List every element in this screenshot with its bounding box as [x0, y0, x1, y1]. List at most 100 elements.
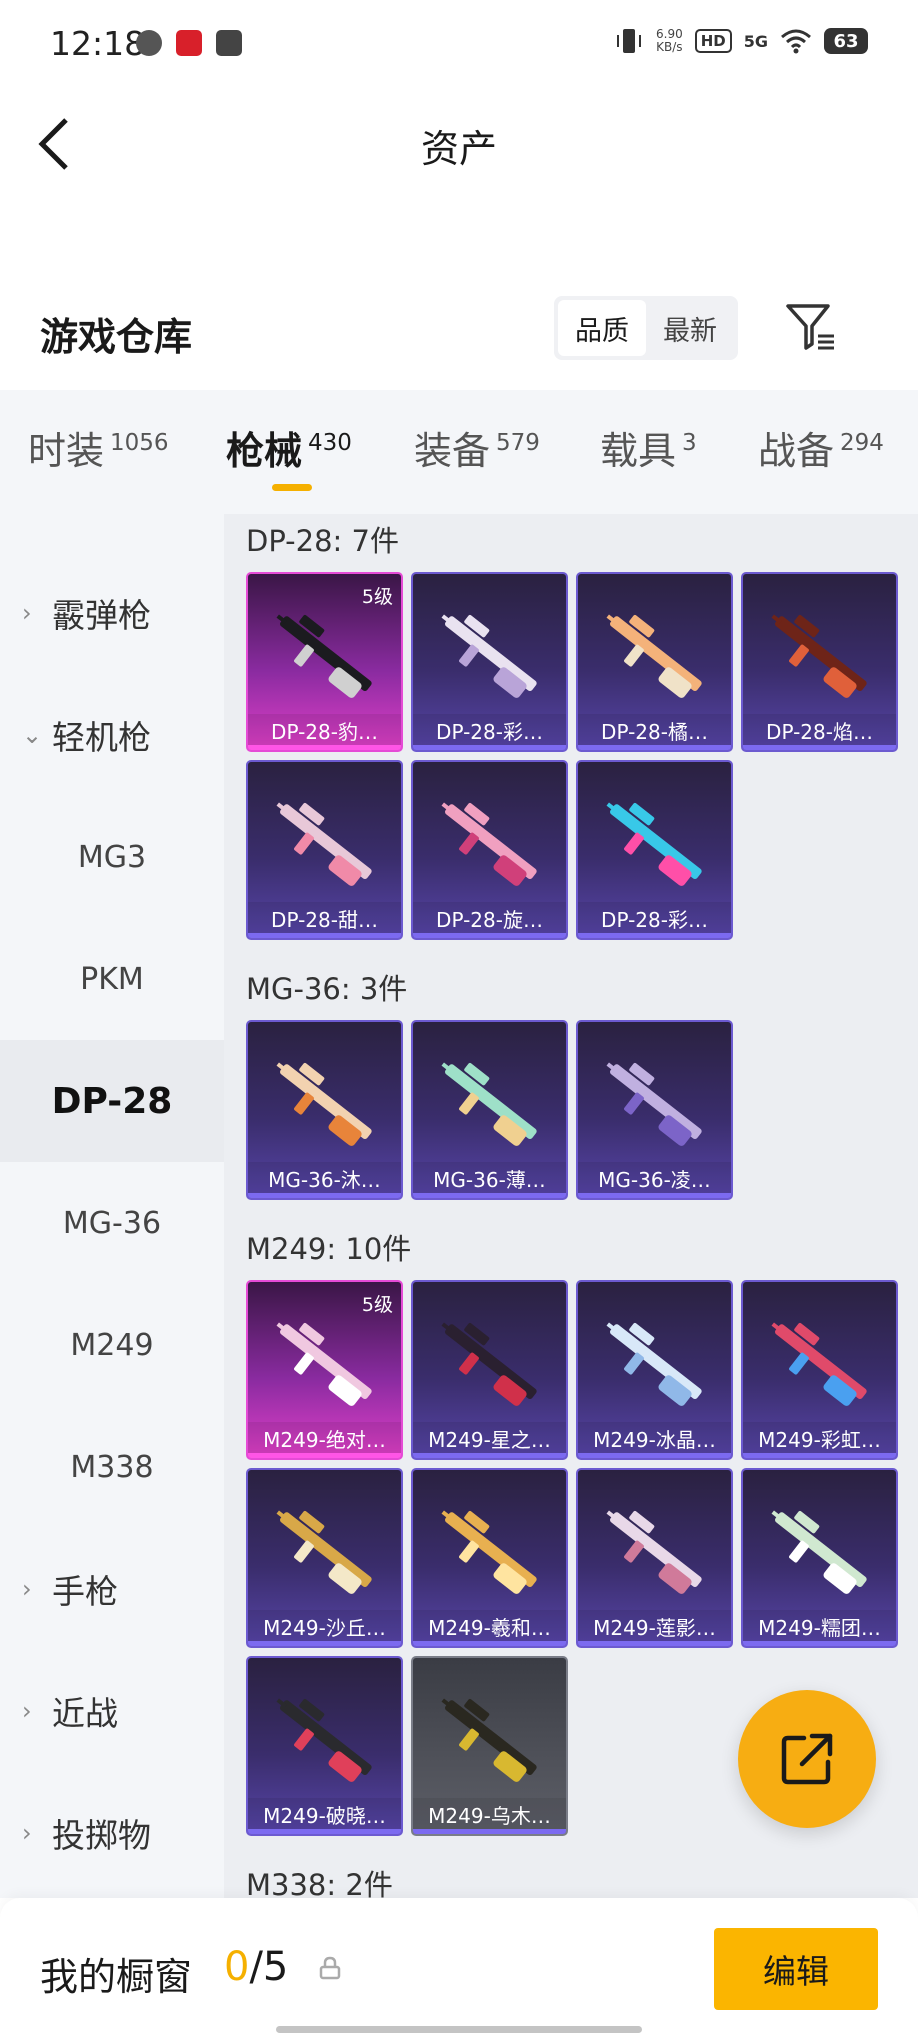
weapon-card[interactable]: M249-破晓…	[246, 1656, 403, 1836]
home-indicator	[276, 2026, 642, 2033]
sort-toggle: 品质 最新	[554, 296, 738, 360]
vibrate-icon	[617, 29, 641, 53]
weapon-card[interactable]: 5级 M249-绝对…	[246, 1280, 403, 1460]
edit-button[interactable]: 编辑	[714, 1928, 878, 2010]
red-app-icon	[176, 30, 202, 56]
rarity-bar	[578, 1193, 731, 1198]
sidebar-item-lmg[interactable]: ⌄ 轻机枪	[0, 674, 224, 796]
rifle-icon	[441, 802, 537, 886]
hd-icon: HD	[694, 29, 732, 53]
notification-icons	[136, 30, 242, 56]
level-badge: 5级	[361, 1294, 393, 1316]
weapon-card[interactable]: DP-28-彩…	[576, 760, 733, 940]
sidebar-item-pistol[interactable]: › 手枪	[0, 1528, 224, 1650]
weapon-card[interactable]: DP-28-甜…	[246, 760, 403, 940]
sidebar-item-dp28[interactable]: DP-28	[0, 1040, 224, 1162]
app-notification-icon	[136, 30, 162, 56]
weapon-card[interactable]: M249-糯团…	[741, 1468, 898, 1648]
rarity-bar	[413, 1193, 566, 1198]
weapon-card[interactable]: MG-36-凌…	[576, 1020, 733, 1200]
sidebar-item-m338[interactable]: M338	[0, 1406, 224, 1528]
rifle-icon	[606, 1510, 702, 1594]
level-badge: 5级	[361, 586, 393, 608]
tab-equipment[interactable]: 装备 579	[414, 420, 540, 475]
showcase-current: 0	[224, 1944, 250, 1990]
rifle-icon	[276, 1698, 372, 1782]
sidebar-item-shotgun[interactable]: › 霰弹枪	[0, 552, 224, 674]
rifle-icon	[606, 614, 702, 698]
tab-fashion[interactable]: 时装 1056	[28, 420, 169, 475]
rarity-bar	[413, 745, 566, 750]
sidebar-item-m249[interactable]: M249	[0, 1284, 224, 1406]
rarity-bar	[578, 1453, 731, 1458]
wifi-icon	[781, 29, 811, 54]
sidebar-item-label: M338	[70, 1449, 154, 1485]
sidebar-item-label: DP-28	[51, 1080, 173, 1122]
tab-label: 载具	[600, 429, 677, 473]
filter-button[interactable]	[784, 302, 840, 354]
sidebar-item-pkm[interactable]: PKM	[0, 918, 224, 1040]
weapon-card[interactable]: MG-36-薄…	[411, 1020, 568, 1200]
section-title: M338: 2件	[246, 1868, 393, 1898]
tab-firearms[interactable]: 枪械 430	[226, 420, 352, 475]
tab-supplies[interactable]: 战备 294	[758, 420, 884, 475]
sidebar-item-melee[interactable]: › 近战	[0, 1650, 224, 1772]
tab-label: 枪械	[226, 429, 303, 473]
tab-count: 3	[682, 430, 697, 456]
rifle-icon	[276, 614, 372, 698]
sidebar-item-label: 投掷物	[52, 1816, 151, 1855]
sidebar-item-label: PKM	[80, 961, 144, 997]
share-button[interactable]	[738, 1690, 876, 1828]
chevron-right-icon: ›	[22, 1575, 32, 1603]
weapon-card[interactable]: M249-冰晶…	[576, 1280, 733, 1460]
rarity-bar	[248, 1193, 401, 1198]
weapon-card[interactable]: DP-28-橘…	[576, 572, 733, 752]
rifle-icon	[606, 802, 702, 886]
sort-quality-option[interactable]: 品质	[558, 300, 646, 356]
sidebar-item-throwables[interactable]: › 投掷物	[0, 1772, 224, 1894]
weapon-card[interactable]: M249-莲影…	[576, 1468, 733, 1648]
rarity-bar	[248, 1829, 401, 1834]
battery-icon: 63	[824, 28, 868, 54]
section-title: M249: 10件	[246, 1232, 412, 1266]
rarity-bar	[248, 1641, 401, 1646]
rarity-bar	[413, 1641, 566, 1646]
weapon-card[interactable]: DP-28-旋…	[411, 760, 568, 940]
rifle-icon	[606, 1062, 702, 1146]
weapon-card[interactable]: M249-彩虹…	[741, 1280, 898, 1460]
weapon-card[interactable]: 5级 DP-28-豹…	[246, 572, 403, 752]
signal-5g-icon: 5G	[743, 31, 768, 51]
weapon-card[interactable]: M249-星之…	[411, 1280, 568, 1460]
sidebar-item-label: MG-36	[62, 1205, 162, 1241]
weapon-card[interactable]: M249-羲和…	[411, 1468, 568, 1648]
chevron-right-icon: ›	[22, 1819, 32, 1847]
sort-newest-option[interactable]: 最新	[646, 300, 734, 356]
weapon-card[interactable]: DP-28-焰…	[741, 572, 898, 752]
weapon-card[interactable]: MG-36-沐…	[246, 1020, 403, 1200]
showcase-count: 0/5	[224, 1944, 288, 1990]
weapon-card[interactable]: DP-28-彩…	[411, 572, 568, 752]
rarity-bar	[743, 1453, 896, 1458]
status-bar: 12:18 6.90 KB/s HD 5G 63	[0, 0, 918, 92]
weapon-card[interactable]: M249-沙丘…	[246, 1468, 403, 1648]
rarity-bar	[413, 1453, 566, 1458]
sidebar-item-mg3[interactable]: MG3	[0, 796, 224, 918]
weapon-category-sidebar: › 霰弹枪 ⌄ 轻机枪 MG3 PKM DP-28 MG-36 M249 M338 …	[0, 514, 224, 1898]
tab-count: 1056	[110, 430, 169, 456]
chevron-down-icon: ⌄	[22, 721, 43, 749]
tab-active-indicator	[272, 484, 312, 491]
rifle-icon	[441, 1322, 537, 1406]
tab-label: 装备	[414, 429, 491, 473]
tab-vehicles[interactable]: 载具 3	[600, 420, 697, 475]
tab-label: 战备	[758, 429, 835, 473]
section-title: DP-28: 7件	[246, 524, 399, 558]
page-title: 资产	[420, 127, 497, 171]
showcase-label: 我的橱窗	[40, 1955, 193, 1999]
rifle-icon	[606, 1322, 702, 1406]
section-title: MG-36: 3件	[246, 972, 408, 1006]
weapon-card[interactable]: M249-乌木…	[411, 1656, 568, 1836]
rifle-icon	[441, 1062, 537, 1146]
rifle-icon	[771, 1510, 867, 1594]
sidebar-item-mg36[interactable]: MG-36	[0, 1162, 224, 1284]
rarity-bar	[578, 745, 731, 750]
